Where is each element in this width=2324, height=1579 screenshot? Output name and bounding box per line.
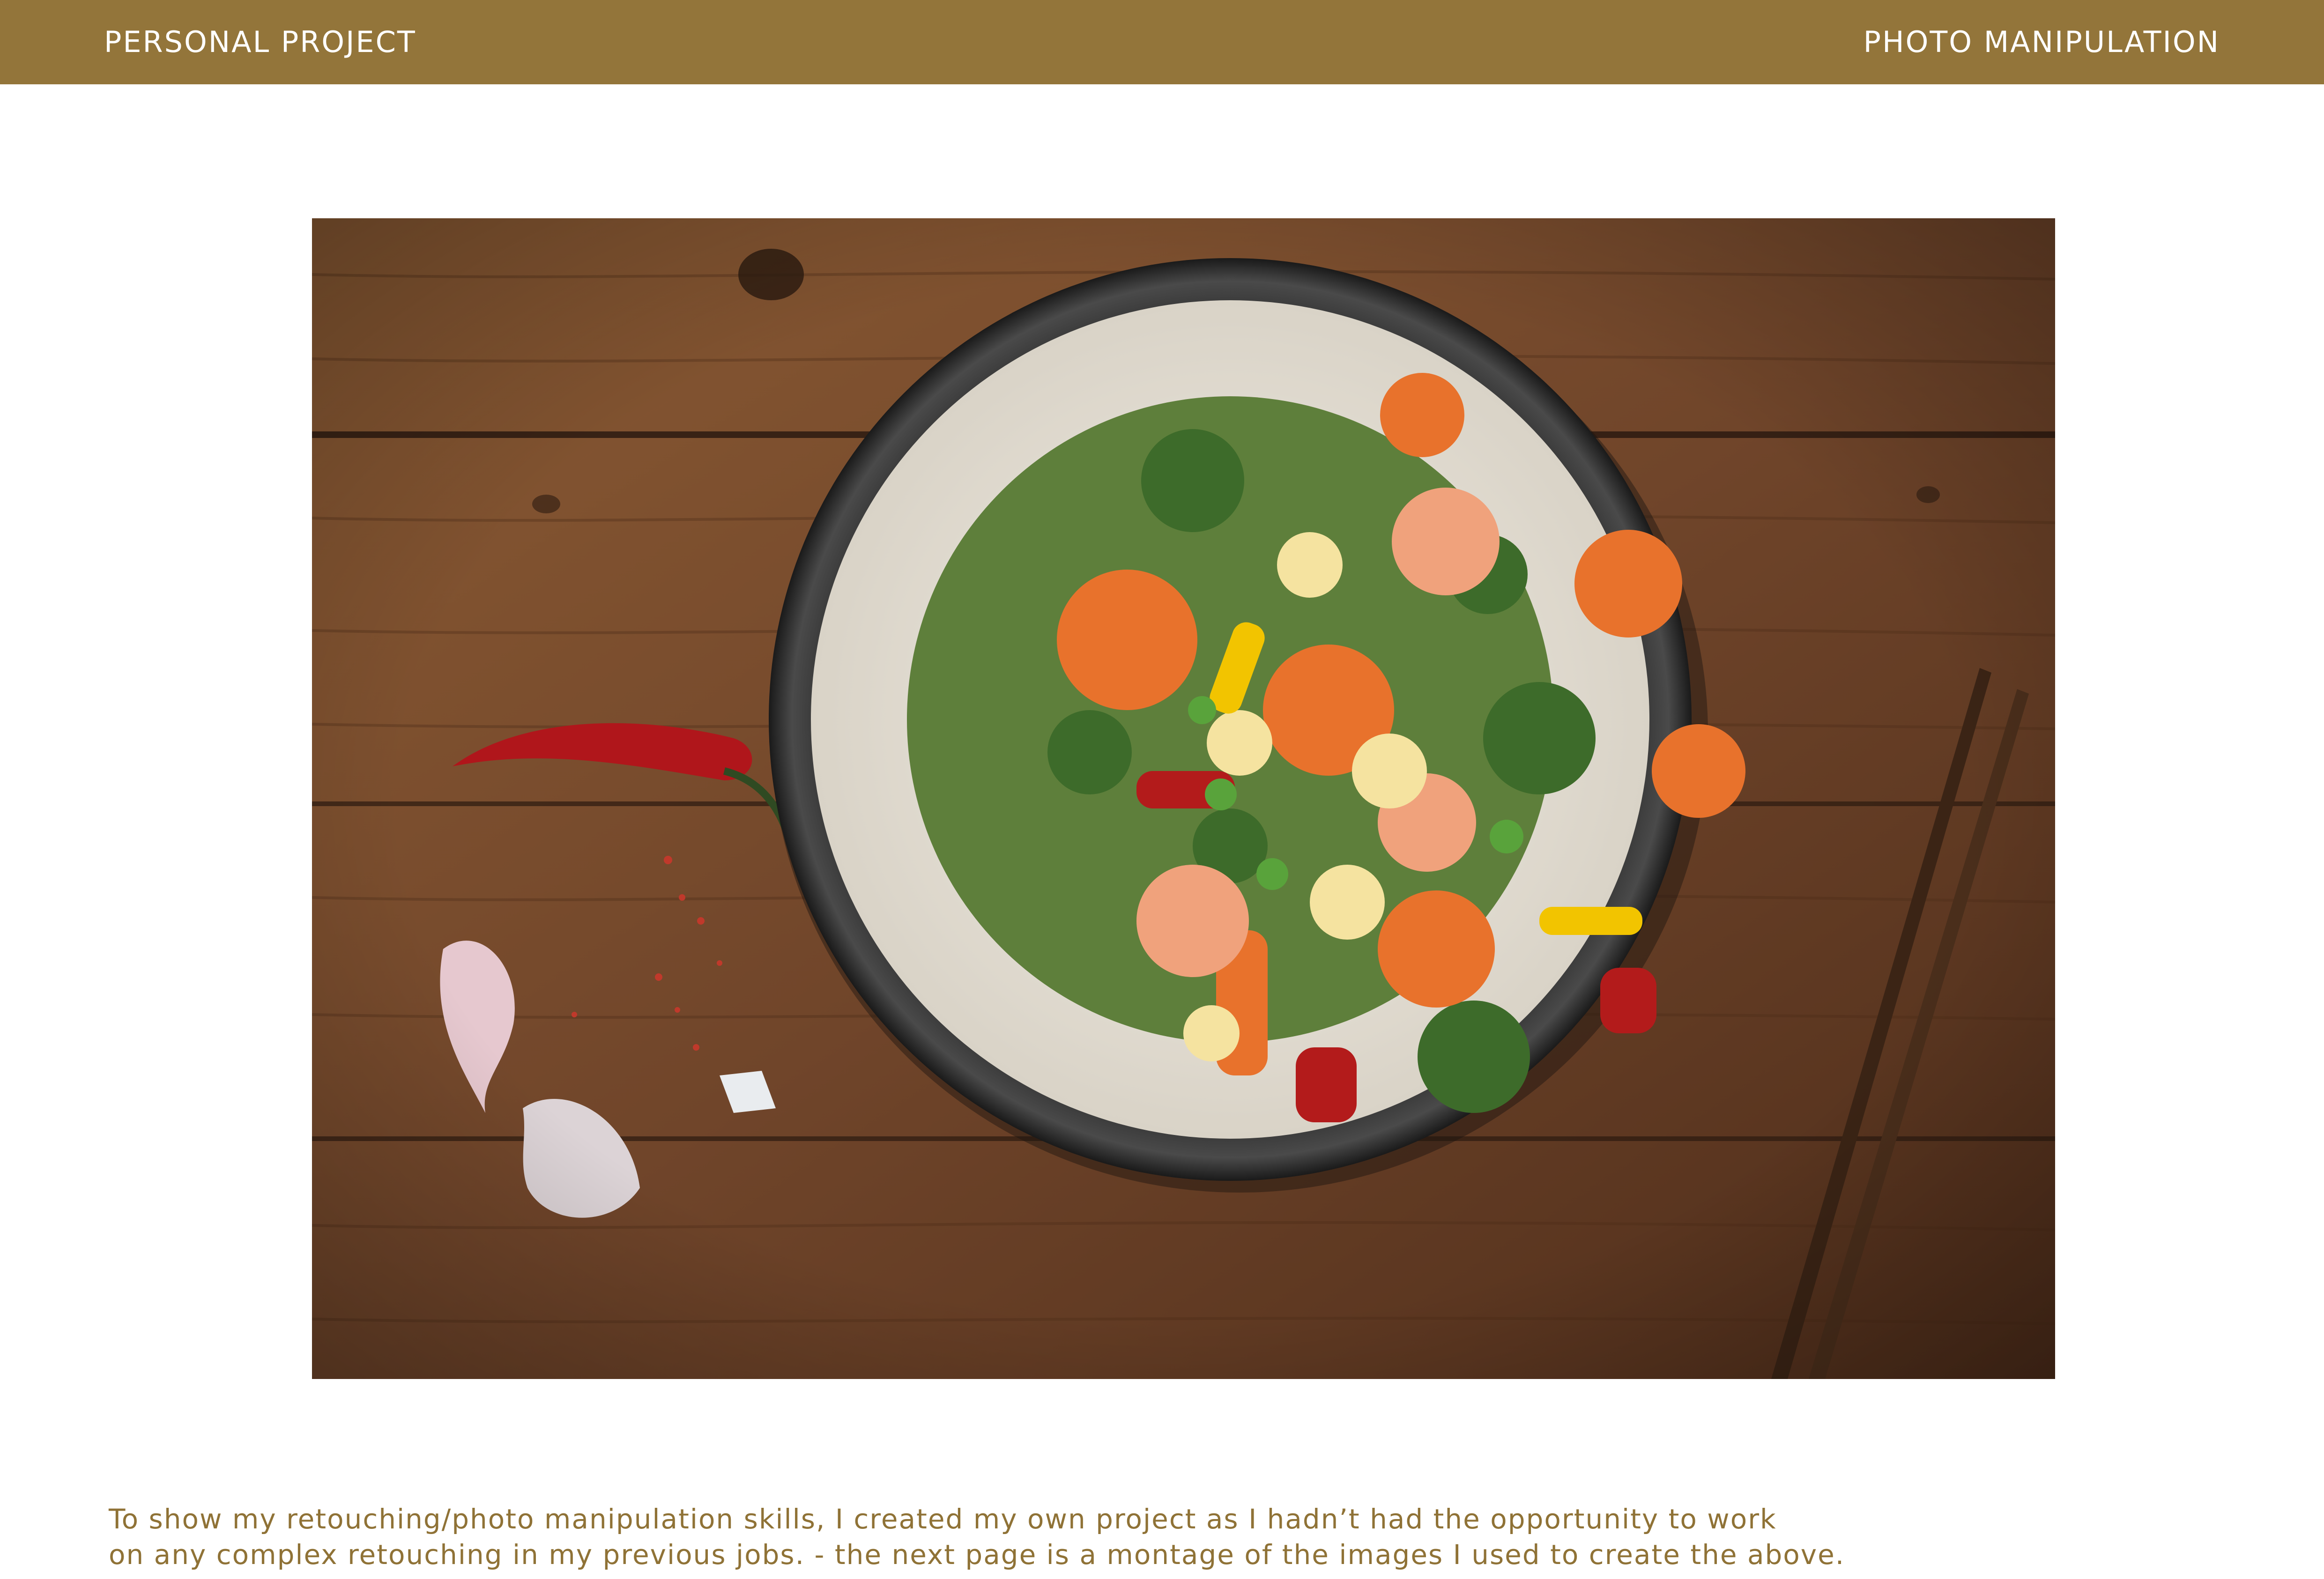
project-description: To show my retouching/photo manipulation… [109, 1501, 2076, 1572]
header-project-label: PERSONAL PROJECT [104, 25, 416, 59]
caption-line-2: on any complex retouching in my previous… [109, 1539, 1845, 1571]
caption-line-1: To show my retouching/photo manipulation… [109, 1503, 1777, 1535]
food-photo [312, 218, 2055, 1379]
header-category-label: PHOTO MANIPULATION [1863, 25, 2220, 59]
